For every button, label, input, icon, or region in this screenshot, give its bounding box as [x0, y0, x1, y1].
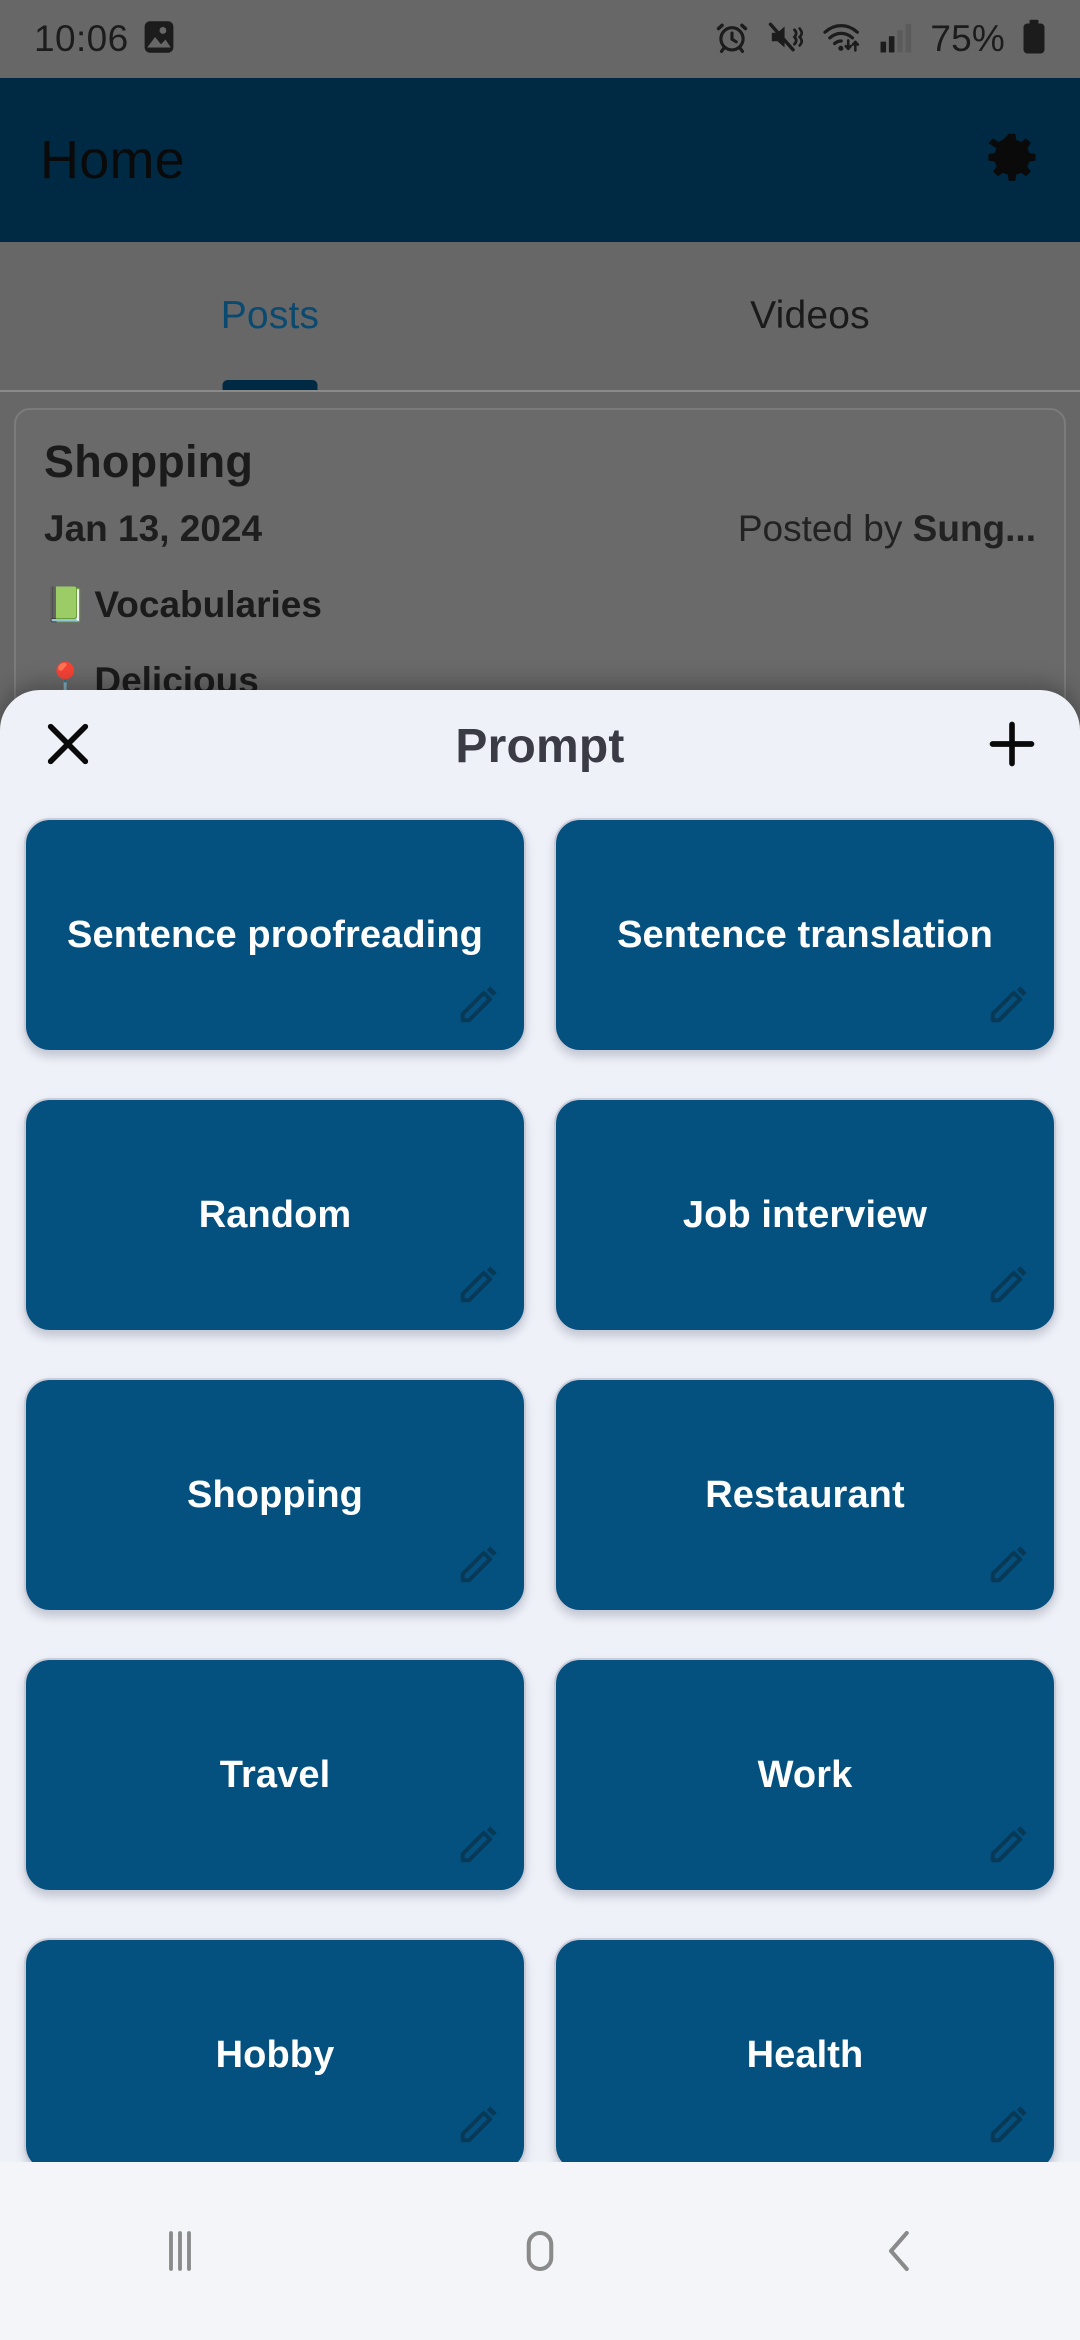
prompt-card-label: Restaurant	[705, 1473, 905, 1516]
prompt-card[interactable]: Restaurant	[554, 1378, 1056, 1612]
battery-percent-label: 75%	[930, 18, 1005, 59]
edit-pencil-icon[interactable]	[986, 1541, 1032, 1592]
gallery-icon	[143, 20, 175, 59]
post-author: Posted by Sung...	[737, 508, 1036, 549]
prompt-card[interactable]: Hobby	[24, 1938, 526, 2162]
prompt-card-label: Random	[198, 1193, 352, 1236]
post-meta: Jan 13, 2024 Posted by Sung...	[44, 508, 1036, 550]
prompt-card[interactable]: Sentence translation	[554, 818, 1056, 1052]
edit-pencil-icon[interactable]	[986, 1261, 1032, 1312]
app-bar: Home	[0, 78, 1080, 242]
prompt-card[interactable]: Work	[554, 1658, 1056, 1892]
edit-pencil-icon[interactable]	[986, 1821, 1032, 1872]
prompt-card[interactable]: Sentence proofreading	[24, 818, 526, 1052]
prompt-card-grid: Sentence proofreading Sentence translatio…	[0, 802, 1080, 2162]
tab-videos[interactable]: Videos	[540, 242, 1080, 390]
prompt-card[interactable]: Job interview	[554, 1098, 1056, 1332]
battery-icon	[1022, 19, 1046, 60]
tab-bar: Posts Videos	[0, 242, 1080, 392]
prompt-card-label: Health	[746, 2033, 864, 2076]
tab-videos-label: Videos	[750, 294, 870, 337]
edit-pencil-icon[interactable]	[456, 2101, 502, 2152]
signal-icon	[879, 20, 913, 59]
phone-screen: 10:06 75% Home Posts Videos Shopping Jan…	[0, 0, 1080, 2340]
status-bar: 10:06 75%	[0, 0, 1080, 78]
status-bar-left: 10:06	[34, 18, 175, 60]
edit-pencil-icon[interactable]	[456, 1821, 502, 1872]
sheet-title: Prompt	[455, 719, 625, 773]
prompt-card-label: Sentence proofreading	[67, 913, 483, 956]
prompt-card[interactable]: Travel	[24, 1658, 526, 1892]
add-prompt-icon[interactable]	[986, 718, 1038, 775]
prompt-card-label: Sentence translation	[617, 913, 993, 956]
edit-pencil-icon[interactable]	[986, 981, 1032, 1032]
status-bar-right: 75%	[714, 18, 1046, 60]
wifi-icon	[822, 20, 862, 59]
prompt-card[interactable]: Health	[554, 1938, 1056, 2162]
prompt-card-label: Job interview	[682, 1193, 928, 1236]
prompt-bottom-sheet: Prompt Sentence proofreading Sentence tra…	[0, 690, 1080, 2162]
prompt-card-label: Hobby	[215, 2033, 335, 2076]
prompt-card[interactable]: Shopping	[24, 1378, 526, 1612]
back-icon[interactable]	[720, 2224, 1080, 2278]
prompt-card-label: Work	[757, 1753, 853, 1796]
prompt-card[interactable]: Random	[24, 1098, 526, 1332]
prompt-card-label: Shopping	[187, 1473, 363, 1516]
green-book-icon: 📗	[44, 586, 87, 624]
tab-posts-label: Posts	[220, 294, 320, 337]
close-icon[interactable]	[42, 718, 94, 775]
recents-icon[interactable]	[0, 2224, 360, 2278]
post-date: Jan 13, 2024	[44, 508, 263, 549]
tab-posts[interactable]: Posts	[0, 242, 540, 390]
status-bar-clock: 10:06	[34, 18, 129, 59]
edit-pencil-icon[interactable]	[456, 981, 502, 1032]
mute-vibrate-icon	[767, 20, 805, 59]
tab-active-indicator	[222, 380, 318, 390]
system-nav-bar	[0, 2162, 1080, 2340]
edit-pencil-icon[interactable]	[456, 1541, 502, 1592]
post-line-text: Vocabularies	[94, 584, 322, 625]
post-line: 📗 Vocabularies	[44, 584, 1036, 626]
edit-pencil-icon[interactable]	[986, 2101, 1032, 2152]
post-title: Shopping	[44, 436, 254, 487]
sheet-header: Prompt	[0, 690, 1080, 802]
page-title: Home	[40, 130, 185, 190]
alarm-icon	[714, 19, 750, 60]
edit-pencil-icon[interactable]	[456, 1261, 502, 1312]
home-icon[interactable]	[360, 2224, 720, 2278]
gear-icon[interactable]	[984, 130, 1040, 191]
prompt-card-label: Travel	[219, 1753, 331, 1796]
